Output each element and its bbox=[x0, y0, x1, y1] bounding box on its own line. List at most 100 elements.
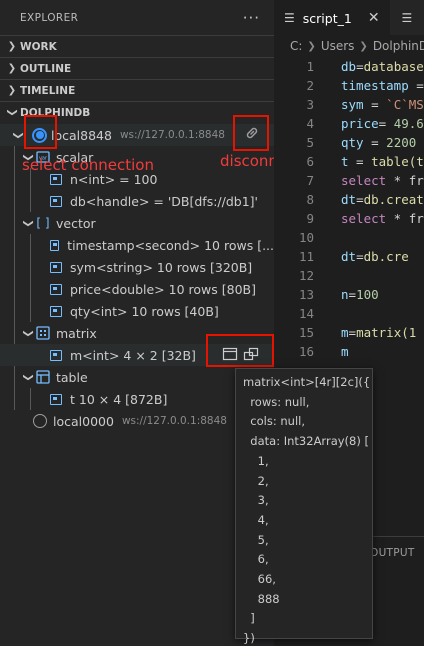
connection-url: ws://127.0.0.1:8848 bbox=[121, 415, 227, 427]
tooltip-line: 2, bbox=[243, 473, 269, 488]
tree-item[interactable]: sym<string> 10 rows [320B] bbox=[0, 256, 274, 278]
section-outline[interactable]: ❯ OUTLINE bbox=[0, 57, 274, 79]
code-line[interactable]: 14 bbox=[274, 304, 341, 323]
tree-group-vector[interactable]: ❯ [ ] vector bbox=[0, 212, 274, 234]
annotation-box-radio bbox=[24, 115, 57, 149]
code-line[interactable]: 9 select * fr bbox=[274, 209, 424, 228]
line-number: 16 bbox=[298, 344, 314, 359]
chevron-down-icon: ❯ bbox=[22, 372, 34, 382]
tree-item-label: price<double> 10 rows [80B] bbox=[70, 281, 256, 297]
code-text: sym = `C`MS bbox=[341, 97, 424, 112]
chevron-down-icon: ❯ bbox=[22, 218, 34, 228]
breadcrumb-item[interactable]: C: bbox=[290, 39, 302, 53]
code-area[interactable]: 1 db=database 2 timestamp = 3 sym = `C`MS 4 pri… bbox=[274, 57, 424, 359]
tree-group-table[interactable]: ❯ table bbox=[0, 366, 274, 388]
code-text: db=database bbox=[341, 59, 424, 74]
line-number: 1 bbox=[306, 59, 314, 74]
line-number: 3 bbox=[306, 97, 314, 112]
code-text: t = table(t bbox=[341, 154, 424, 169]
code-text: select * fr bbox=[341, 173, 424, 188]
file-lines-icon: ☰ bbox=[284, 11, 295, 25]
code-line[interactable]: 2 timestamp = bbox=[274, 76, 423, 95]
code-line[interactable]: 7 select * fr bbox=[274, 171, 424, 190]
code-line[interactable]: 12 bbox=[274, 266, 341, 285]
code-line[interactable]: 5 qty = 2200 bbox=[274, 133, 416, 152]
tree-item[interactable]: qty<int> 10 rows [40B] bbox=[0, 300, 274, 322]
code-line[interactable]: 4 price= 49.6 bbox=[274, 114, 424, 133]
section-timeline[interactable]: ❯ TIMELINE bbox=[0, 79, 274, 101]
line-number: 11 bbox=[298, 249, 314, 264]
code-text: price= 49.6 bbox=[341, 116, 424, 131]
explorer-header: EXPLORER ··· bbox=[0, 0, 274, 35]
code-line[interactable]: 1 db=database bbox=[274, 57, 424, 76]
tooltip-line: 888 bbox=[243, 591, 280, 606]
variable-icon bbox=[50, 261, 62, 273]
breadcrumb-item[interactable]: DolphinDB bbox=[373, 39, 424, 53]
line-number: 13 bbox=[298, 287, 314, 302]
chevron-down-icon: ❯ bbox=[12, 130, 24, 140]
tooltip-line: 5, bbox=[243, 532, 269, 547]
tree-group-label: matrix bbox=[56, 325, 97, 341]
code-line[interactable]: 13 n=100 bbox=[274, 285, 379, 304]
tree-item[interactable]: db<handle> = 'DB[dfs://db1]' bbox=[0, 190, 274, 212]
chevron-right-icon: ❯ bbox=[7, 85, 17, 96]
section-work-label: WORK bbox=[20, 40, 57, 53]
variable-icon bbox=[50, 349, 62, 361]
code-text: qty = 2200 bbox=[341, 135, 417, 150]
file-lines-icon: ☰ bbox=[401, 10, 413, 25]
code-line[interactable]: 11 dt=db.cre bbox=[274, 247, 409, 266]
connection-name: local8848 bbox=[51, 127, 112, 143]
explorer-title: EXPLORER bbox=[20, 11, 79, 24]
annotation-select-connection: select connection bbox=[22, 156, 154, 174]
code-line[interactable]: 10 bbox=[274, 228, 341, 247]
tree-item-label: t 10 × 4 [872B] bbox=[70, 391, 168, 407]
line-number: 2 bbox=[306, 78, 314, 93]
variable-icon bbox=[50, 239, 60, 251]
tooltip-line: data: Int32Array(8) [ bbox=[243, 434, 369, 449]
more-actions-icon[interactable]: ··· bbox=[243, 9, 260, 27]
section-work[interactable]: ❯ WORK bbox=[0, 35, 274, 57]
code-line[interactable]: 16 m bbox=[274, 342, 349, 361]
line-number: 8 bbox=[306, 192, 314, 207]
code-line[interactable]: 8 dt=db.creat bbox=[274, 190, 423, 209]
tree-item[interactable]: price<double> 10 rows [80B] bbox=[0, 278, 274, 300]
tree-item-label: db<handle> = 'DB[dfs://db1]' bbox=[70, 193, 258, 209]
connection-local0000[interactable]: local0000 ws://127.0.0.1:8848 bbox=[0, 410, 274, 432]
chevron-right-icon: ❯ bbox=[307, 40, 316, 52]
tree-item-label: qty<int> 10 rows [40B] bbox=[70, 303, 219, 319]
tree-group-label: vector bbox=[56, 215, 96, 231]
tooltip-line: matrix<int>[4r][2c]({ bbox=[243, 375, 371, 389]
annotation-box-disconnect bbox=[233, 115, 269, 151]
tooltip-line: }) bbox=[243, 631, 255, 646]
section-outline-label: OUTLINE bbox=[20, 62, 72, 75]
code-text: m bbox=[341, 344, 349, 359]
line-number: 6 bbox=[306, 154, 314, 169]
tooltip-line: 66, bbox=[243, 572, 276, 587]
tree-item[interactable]: timestamp<second> 10 rows [... bbox=[0, 234, 274, 256]
close-icon[interactable]: ✕ bbox=[368, 10, 380, 26]
code-text: select * fr bbox=[341, 211, 424, 226]
connection-unselected-radio-icon[interactable] bbox=[33, 414, 47, 428]
tree-item[interactable]: t 10 × 4 [872B] bbox=[0, 388, 274, 410]
tooltip-line: 6, bbox=[243, 552, 269, 567]
code-line[interactable]: 6 t = table(t bbox=[274, 152, 424, 171]
tab-label: script_1 bbox=[302, 10, 352, 26]
line-number: 12 bbox=[298, 268, 314, 283]
tab-overflow[interactable]: ☰ bbox=[390, 0, 413, 35]
chevron-right-icon: ❯ bbox=[7, 63, 17, 74]
code-line[interactable]: 3 sym = `C`MS bbox=[274, 95, 424, 114]
code-text: n=100 bbox=[341, 287, 379, 302]
tooltip-line: cols: null, bbox=[243, 414, 306, 429]
panel-tab-output[interactable]: OUTPUT bbox=[370, 547, 415, 559]
line-number: 4 bbox=[306, 116, 314, 131]
code-line[interactable]: 15 m=matrix(1 bbox=[274, 323, 416, 342]
variable-icon bbox=[50, 305, 62, 317]
variable-icon bbox=[50, 195, 62, 207]
explorer-sidebar: EXPLORER ··· ❯ WORK ❯ OUTLINE ❯ TIMELINE… bbox=[0, 0, 274, 646]
variable-icon bbox=[50, 393, 62, 405]
tab-script-1[interactable]: ☰ script_1 ✕ bbox=[274, 0, 390, 35]
breadcrumb-item[interactable]: Users bbox=[321, 39, 355, 53]
section-timeline-label: TIMELINE bbox=[20, 84, 76, 97]
tooltip-line: 3, bbox=[243, 493, 269, 508]
line-number: 7 bbox=[306, 173, 314, 188]
